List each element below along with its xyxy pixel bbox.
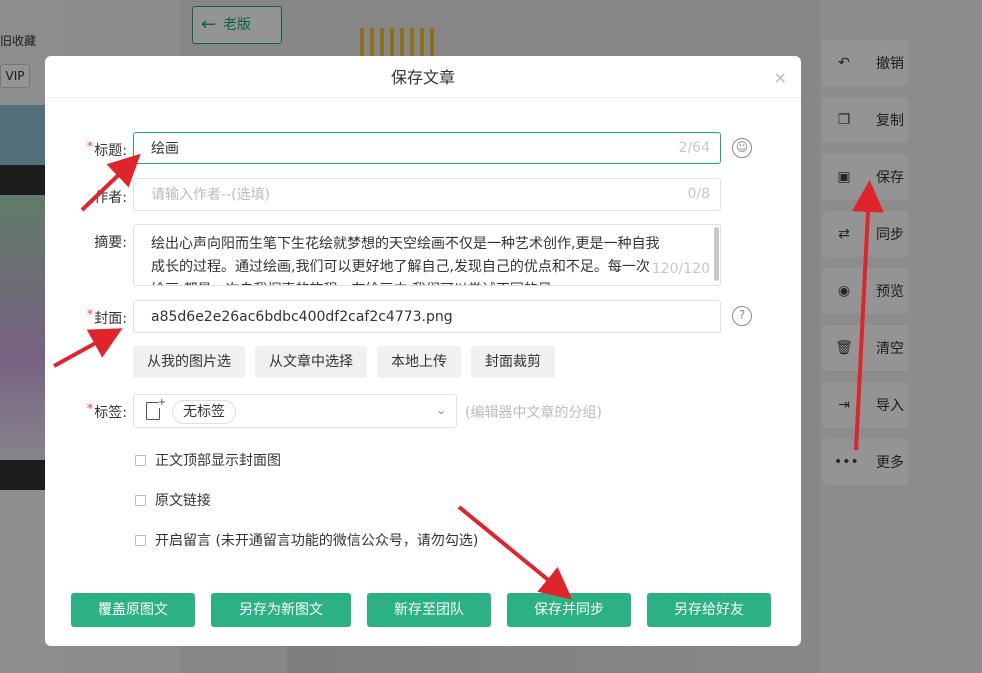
title-label-text: 标题:	[94, 143, 127, 159]
title-input[interactable]	[134, 133, 720, 163]
add-tag-icon[interactable]	[146, 397, 167, 420]
source-link-checkbox-row[interactable]: 原文链接	[135, 490, 211, 510]
cover-label-text: 封面:	[94, 311, 127, 327]
save-as-new-button[interactable]: 另存为新图文	[211, 593, 351, 627]
title-count: 2/64	[678, 140, 710, 156]
overwrite-button[interactable]: 覆盖原图文	[71, 593, 195, 627]
chevron-down-icon: ⌄	[435, 403, 446, 417]
tags-label: *标签:	[77, 402, 127, 422]
save-to-team-button[interactable]: 新存至团队	[367, 593, 491, 627]
checkbox-label: 开启留言 (未开通留言功能的微信公众号，请勿勾选)	[155, 533, 479, 549]
close-icon[interactable]: ×	[774, 68, 787, 87]
pick-from-my-images-button[interactable]: 从我的图片选	[133, 346, 245, 378]
comments-checkbox-row[interactable]: 开启留言 (未开通留言功能的微信公众号，请勿勾选)	[135, 530, 478, 550]
summary-label: 摘要:	[94, 235, 127, 251]
save-and-sync-button[interactable]: 保存并同步	[507, 593, 631, 627]
author-count: 0/8	[687, 186, 710, 202]
required-mark: *	[86, 140, 94, 155]
author-input[interactable]	[134, 179, 720, 210]
comments-checkbox[interactable]	[135, 534, 146, 546]
required-mark: *	[86, 402, 94, 417]
checkbox-label: 正文顶部显示封面图	[155, 453, 281, 469]
help-icon[interactable]: ?	[732, 306, 752, 326]
required-mark: *	[86, 308, 94, 323]
checkbox-label: 原文链接	[155, 493, 211, 509]
cover-input[interactable]	[134, 301, 720, 332]
tag-chip[interactable]: 无标签	[172, 400, 236, 424]
crop-cover-button[interactable]: 封面裁剪	[471, 346, 555, 378]
cover-label: *封面:	[77, 308, 127, 328]
save-to-friend-button[interactable]: 另存给好友	[647, 593, 771, 627]
cover-actions: 从我的图片选 从文章中选择 本地上传 封面裁剪	[133, 346, 555, 378]
title-field[interactable]: 2/64	[133, 132, 721, 164]
summary-textarea[interactable]: 绘出心声向阳而生笔下生花绘就梦想的天空绘画不仅是一种艺术创作,更是一种自我成长的…	[134, 225, 720, 285]
show-cover-checkbox-row[interactable]: 正文顶部显示封面图	[135, 450, 281, 470]
title-label: *标题:	[77, 140, 127, 160]
show-cover-checkbox[interactable]	[135, 454, 146, 466]
cover-field[interactable]	[133, 300, 721, 333]
tags-select[interactable]: 无标签 ⌄	[133, 394, 457, 428]
dialog-footer: 覆盖原图文 另存为新图文 新存至团队 保存并同步 另存给好友	[71, 593, 771, 627]
local-upload-button[interactable]: 本地上传	[377, 346, 461, 378]
dialog-title: 保存文章	[45, 56, 801, 98]
author-label: 作者:	[94, 190, 127, 206]
emoji-icon[interactable]: ☺	[732, 138, 752, 158]
tags-hint: (编辑器中文章的分组)	[465, 405, 602, 421]
author-field[interactable]: 0/8	[133, 178, 721, 211]
summary-count: 120/120	[651, 261, 710, 277]
summary-field[interactable]: 绘出心声向阳而生笔下生花绘就梦想的天空绘画不仅是一种艺术创作,更是一种自我成长的…	[133, 224, 721, 286]
pick-from-article-button[interactable]: 从文章中选择	[255, 346, 367, 378]
source-link-checkbox[interactable]	[135, 494, 146, 506]
tags-label-text: 标签:	[94, 405, 127, 421]
save-article-dialog: 保存文章 × *标题: 2/64 ☺ 作者: 0/8 摘要: 绘出心声向阳而生笔…	[45, 56, 801, 646]
summary-scrollbar[interactable]	[714, 227, 719, 281]
